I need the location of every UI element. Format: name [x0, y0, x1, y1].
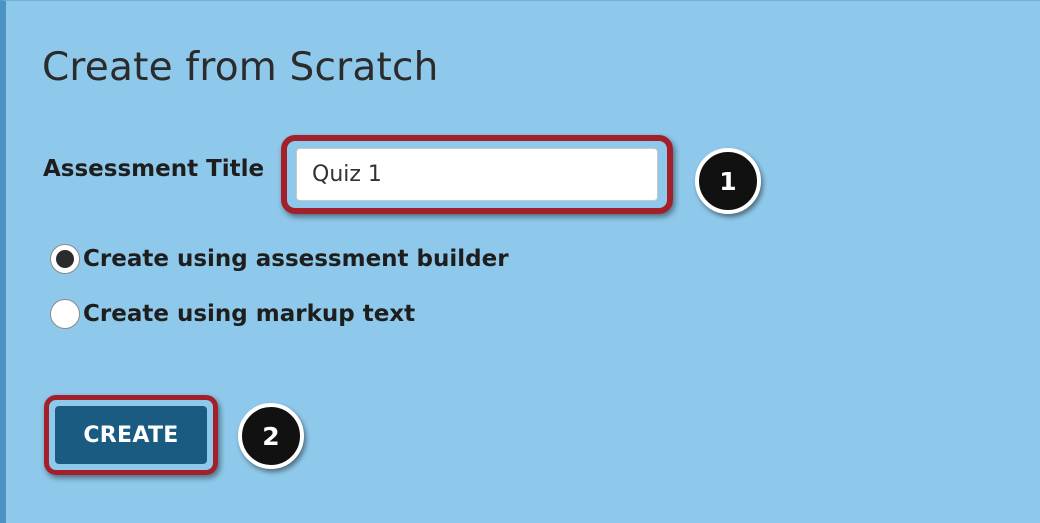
- radio-option-markup-text[interactable]: Create using markup text: [50, 297, 415, 331]
- step-1-callout: 1: [695, 148, 761, 214]
- radio-button-selected[interactable]: [50, 244, 80, 274]
- assessment-title-input[interactable]: [296, 148, 658, 201]
- assessment-title-label: Assessment Title: [43, 156, 265, 182]
- step-2-callout: 2: [238, 403, 304, 469]
- radio-label-markup-text: Create using markup text: [83, 301, 416, 327]
- create-button-highlight: CREATE: [44, 395, 218, 475]
- assessment-title-highlight: [281, 135, 673, 214]
- radio-label-assessment-builder: Create using assessment builder: [83, 246, 509, 272]
- create-from-scratch-panel: Create from Scratch Assessment Title 1 C…: [0, 0, 1040, 523]
- create-button[interactable]: CREATE: [55, 406, 207, 464]
- radio-button-unselected[interactable]: [50, 299, 80, 329]
- radio-option-assessment-builder[interactable]: Create using assessment builder: [50, 242, 509, 276]
- page-title: Create from Scratch: [42, 45, 439, 90]
